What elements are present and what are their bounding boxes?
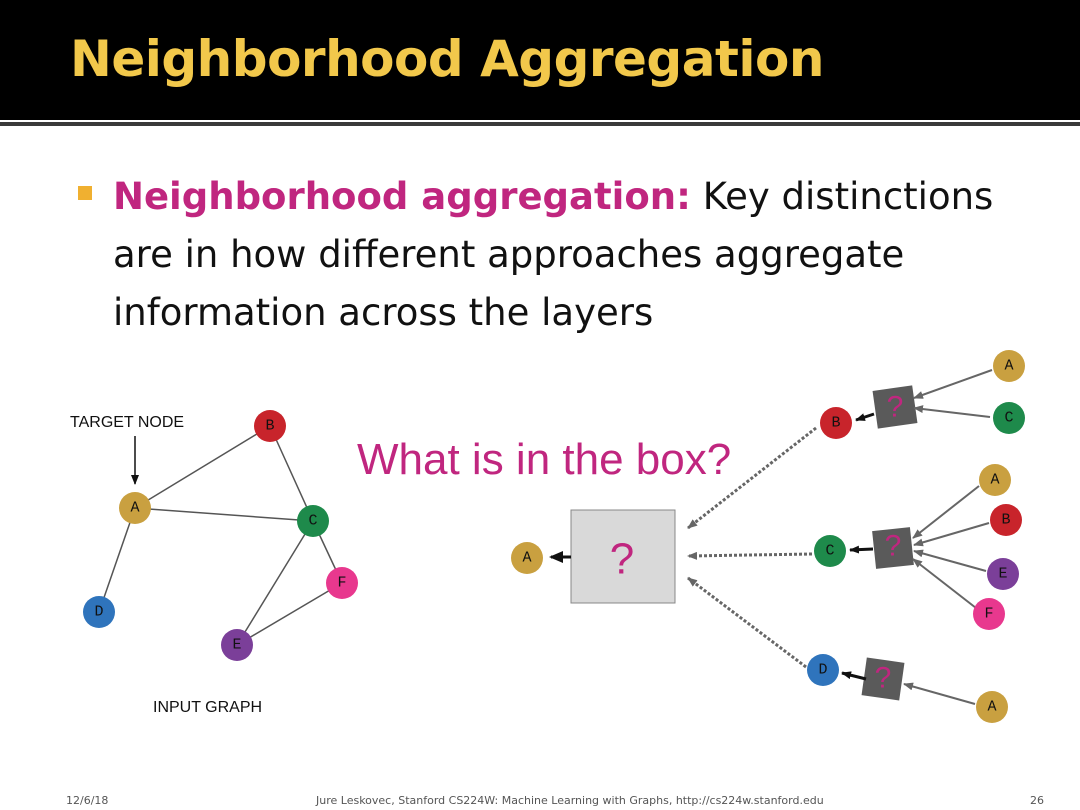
graph-node-e: E bbox=[221, 629, 253, 661]
svg-text:F: F bbox=[984, 606, 993, 623]
svg-text:D: D bbox=[818, 662, 827, 679]
edge-e-f bbox=[236, 582, 343, 646]
svg-text:A: A bbox=[990, 472, 999, 489]
comp-leaf-a-2: A bbox=[979, 464, 1011, 496]
comp-node-d: D bbox=[807, 654, 839, 686]
arrow-a-to-minibox-d bbox=[903, 682, 976, 705]
comp-leaf-b: B bbox=[990, 504, 1022, 536]
comp-leaf-c-1: C bbox=[993, 402, 1025, 434]
comp-node-b: B bbox=[820, 407, 852, 439]
svg-text:A: A bbox=[1004, 358, 1013, 375]
mini-box-c: ? bbox=[872, 527, 914, 569]
comp-leaf-a-3: A bbox=[976, 691, 1008, 723]
bullet-emphasis: Neighborhood aggregation: bbox=[113, 175, 691, 218]
aggregation-diagram: TARGET NODE A B C D E F INPUT GRAPH What… bbox=[70, 350, 1025, 723]
svg-text:C: C bbox=[1004, 410, 1013, 427]
svg-text:?: ? bbox=[887, 391, 904, 424]
svg-text:F: F bbox=[337, 575, 346, 592]
arrow-minibox-to-b bbox=[855, 412, 875, 422]
input-graph-caption: INPUT GRAPH bbox=[153, 699, 262, 716]
svg-text:B: B bbox=[265, 418, 274, 435]
graph-node-f: F bbox=[326, 567, 358, 599]
svg-text:C: C bbox=[825, 543, 834, 560]
graph-node-a: A bbox=[119, 492, 151, 524]
computation-graph: What is in the box? ? A B C D ? ? ? A C … bbox=[357, 350, 1025, 723]
mini-box-b: ? bbox=[872, 385, 918, 429]
arrow-a-to-minibox-b bbox=[913, 369, 993, 399]
graph-node-c: C bbox=[297, 505, 329, 537]
svg-text:B: B bbox=[831, 415, 840, 432]
svg-text:A: A bbox=[130, 500, 139, 517]
graph-node-b: B bbox=[254, 410, 286, 442]
page-number: 26 bbox=[1030, 794, 1044, 807]
slide-title: Neighborhood Aggregation bbox=[70, 30, 824, 88]
title-rule bbox=[0, 122, 1080, 126]
arrow-d-to-box bbox=[687, 576, 807, 669]
comp-leaf-a-1: A bbox=[993, 350, 1025, 382]
arrow-minibox-to-d bbox=[841, 671, 867, 681]
svg-text:A: A bbox=[522, 550, 531, 567]
arrow-a-to-minibox-c bbox=[912, 485, 980, 539]
svg-text:C: C bbox=[308, 513, 317, 530]
svg-text:E: E bbox=[998, 566, 1007, 583]
svg-text:?: ? bbox=[885, 530, 902, 563]
arrow-b-to-minibox-c bbox=[913, 522, 990, 547]
input-graph: TARGET NODE A B C D E F INPUT GRAPH bbox=[70, 410, 358, 716]
arrow-c-to-minibox-b bbox=[913, 405, 991, 418]
svg-text:E: E bbox=[232, 637, 241, 654]
comp-node-c: C bbox=[814, 535, 846, 567]
svg-text:B: B bbox=[1001, 512, 1010, 529]
comp-leaf-f: F bbox=[973, 598, 1005, 630]
svg-text:D: D bbox=[94, 604, 103, 621]
edge-a-d bbox=[98, 507, 136, 613]
edge-a-b bbox=[134, 425, 271, 509]
footer-date: 12/6/18 bbox=[66, 794, 109, 807]
comp-node-a-root: A bbox=[511, 542, 543, 574]
comp-leaf-e: E bbox=[987, 558, 1019, 590]
bullet-marker bbox=[78, 186, 92, 200]
arrow-c-to-box bbox=[687, 551, 813, 560]
svg-text:A: A bbox=[987, 699, 996, 716]
footer-credit: Jure Leskovec, Stanford CS224W: Machine … bbox=[316, 794, 824, 807]
target-node-label: TARGET NODE bbox=[70, 414, 184, 431]
edge-c-e bbox=[236, 520, 314, 646]
graph-node-d: D bbox=[83, 596, 115, 628]
svg-text:?: ? bbox=[875, 662, 892, 695]
edge-a-c bbox=[134, 507, 314, 522]
question-text: What is in the box? bbox=[357, 435, 731, 484]
bullet-text: Neighborhood aggregation: Key distinctio… bbox=[113, 168, 1033, 342]
arrow-minibox-to-c bbox=[849, 545, 874, 554]
aggregation-box-symbol: ? bbox=[610, 535, 634, 584]
mini-box-d: ? bbox=[861, 657, 905, 701]
